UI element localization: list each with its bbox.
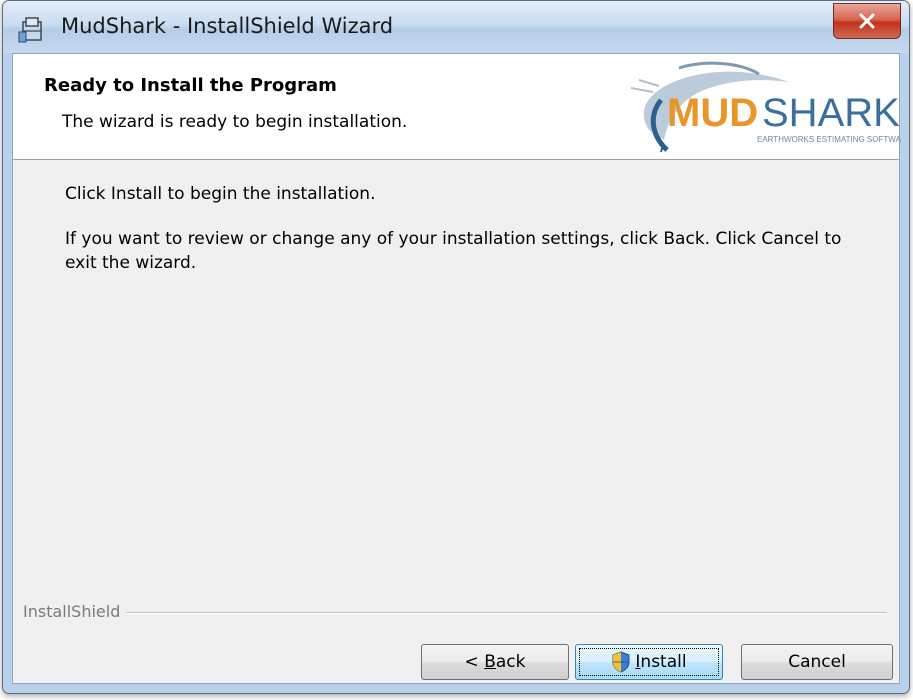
mudshark-logo: MUD SHARK EARTHWORKS ESTIMATING SOFTWARE	[630, 61, 901, 153]
svg-text:SHARK: SHARK	[762, 91, 900, 135]
installer-window: MudShark - InstallShield Wizard Ready to…	[2, 0, 910, 694]
installshield-separator: InstallShield	[23, 602, 887, 622]
back-button[interactable]: < Back	[421, 644, 569, 680]
back-button-rest: ack	[495, 652, 526, 672]
banner-subtitle: The wizard is ready to begin installatio…	[62, 112, 408, 132]
separator-line	[23, 612, 887, 614]
header-banner: Ready to Install the Program The wizard …	[13, 54, 901, 160]
close-icon	[859, 13, 875, 29]
instruction-line-2: If you want to review or change any of y…	[65, 229, 842, 273]
back-button-mnemonic: B	[484, 652, 496, 672]
back-button-prefix: <	[464, 652, 485, 672]
installer-app-icon	[18, 17, 42, 43]
focus-rectangle	[579, 648, 719, 676]
cancel-button[interactable]: Cancel	[741, 644, 893, 680]
banner-title: Ready to Install the Program	[44, 75, 337, 96]
close-button[interactable]	[833, 3, 901, 39]
wizard-client-area: Ready to Install the Program The wizard …	[12, 53, 901, 684]
window-title: MudShark - InstallShield Wizard	[61, 14, 394, 38]
title-bar[interactable]: MudShark - InstallShield Wizard	[3, 1, 909, 53]
install-button[interactable]: Install	[575, 644, 723, 680]
svg-text:MUD: MUD	[667, 91, 758, 135]
installshield-label: InstallShield	[23, 602, 127, 621]
instruction-line-1: Click Install to begin the installation.	[65, 184, 376, 204]
svg-text:EARTHWORKS ESTIMATING SOFTWARE: EARTHWORKS ESTIMATING SOFTWARE	[757, 135, 901, 144]
